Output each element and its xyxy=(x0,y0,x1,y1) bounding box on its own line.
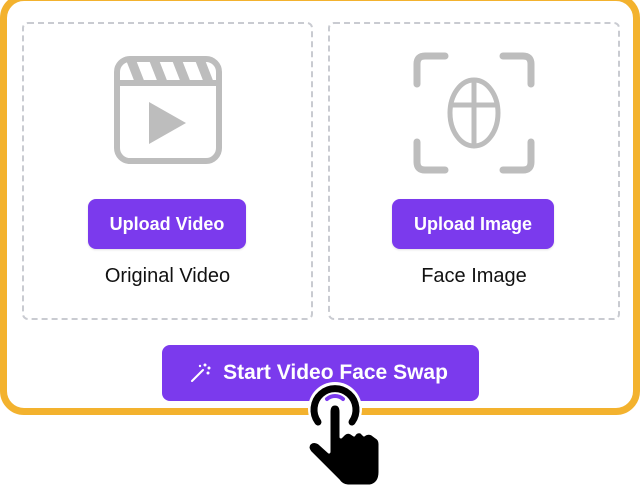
face-scan-icon xyxy=(413,52,535,174)
hand-pointer-click-icon xyxy=(306,382,382,488)
face-image-dropzone[interactable]: Upload Image Face Image xyxy=(328,22,620,320)
upload-image-button[interactable]: Upload Image xyxy=(392,199,554,249)
upload-video-button[interactable]: Upload Video xyxy=(88,199,246,249)
video-clapperboard-icon xyxy=(113,56,222,164)
original-video-label: Original Video xyxy=(104,265,231,287)
face-image-label: Face Image xyxy=(421,265,527,287)
magic-wand-icon xyxy=(189,362,211,384)
original-video-dropzone[interactable]: Upload Video Original Video xyxy=(22,22,313,320)
